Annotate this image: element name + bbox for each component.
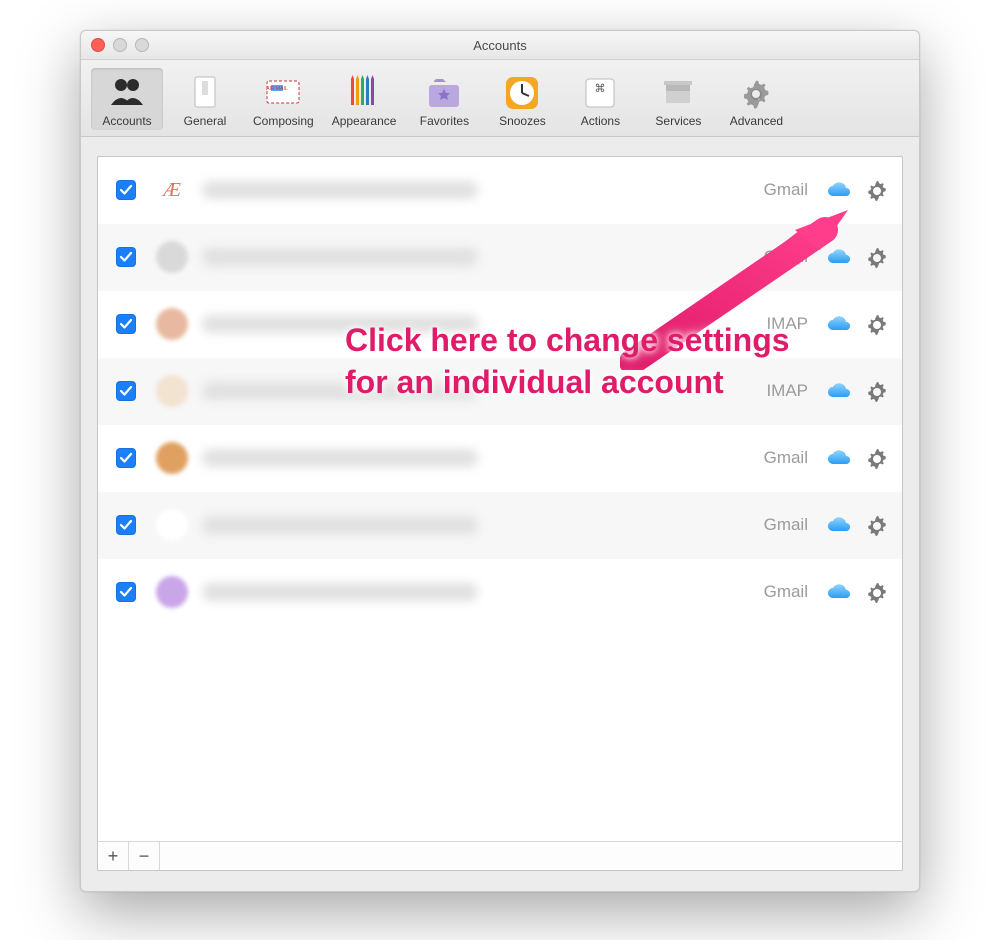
toolbar-tab-label: Favorites xyxy=(420,114,469,128)
account-email xyxy=(202,248,478,266)
toolbar-tab-favorites[interactable]: Favorites xyxy=(408,68,480,130)
preferences-toolbar: Accounts General Composing Appearance Fa… xyxy=(81,60,919,137)
toolbar-tab-snoozes[interactable]: Snoozes xyxy=(486,68,558,130)
account-settings-gear-icon[interactable] xyxy=(866,313,888,335)
account-settings-gear-icon[interactable] xyxy=(866,581,888,603)
cloud-icon[interactable] xyxy=(826,381,852,401)
appearance-icon xyxy=(344,72,384,112)
general-icon xyxy=(185,72,225,112)
account-settings-gear-icon[interactable] xyxy=(866,380,888,402)
account-row[interactable]: Æ Gmail xyxy=(98,157,902,224)
cloud-icon[interactable] xyxy=(826,448,852,468)
account-enabled-checkbox[interactable] xyxy=(116,180,136,200)
cloud-icon[interactable] xyxy=(826,314,852,334)
account-avatar xyxy=(156,375,188,407)
actions-icon xyxy=(580,72,620,112)
services-icon xyxy=(658,72,698,112)
account-avatar xyxy=(156,509,188,541)
toolbar-tab-appearance[interactable]: Appearance xyxy=(326,68,403,130)
advanced-icon xyxy=(736,72,776,112)
account-settings-gear-icon[interactable] xyxy=(866,447,888,469)
toolbar-tab-label: Accounts xyxy=(102,114,151,128)
account-settings-gear-icon[interactable] xyxy=(866,246,888,268)
account-avatar xyxy=(156,308,188,340)
account-row[interactable]: Gmail xyxy=(98,492,902,559)
account-row[interactable]: IMAP xyxy=(98,358,902,425)
account-avatar xyxy=(156,576,188,608)
account-type-label: Gmail xyxy=(753,515,808,535)
account-enabled-checkbox[interactable] xyxy=(116,582,136,602)
account-type-label: Gmail xyxy=(753,448,808,468)
add-account-button[interactable]: + xyxy=(98,842,129,870)
minimize-window-button[interactable] xyxy=(113,38,127,52)
account-row[interactable]: Gmail xyxy=(98,224,902,291)
account-type-label: Gmail xyxy=(753,180,808,200)
account-settings-gear-icon[interactable] xyxy=(866,514,888,536)
window-title: Accounts xyxy=(473,38,526,53)
snoozes-icon xyxy=(502,72,542,112)
toolbar-tab-label: Appearance xyxy=(332,114,397,128)
remove-account-button[interactable]: − xyxy=(129,842,160,870)
account-row[interactable]: IMAP xyxy=(98,291,902,358)
account-row[interactable]: Gmail xyxy=(98,559,902,626)
account-email xyxy=(202,449,478,467)
account-enabled-checkbox[interactable] xyxy=(116,381,136,401)
account-settings-gear-icon[interactable] xyxy=(866,179,888,201)
toolbar-tab-label: Advanced xyxy=(730,114,783,128)
toolbar-tab-advanced[interactable]: Advanced xyxy=(720,68,792,130)
account-type-label: Gmail xyxy=(753,247,808,267)
account-enabled-checkbox[interactable] xyxy=(116,247,136,267)
close-window-button[interactable] xyxy=(91,38,105,52)
toolbar-tab-label: General xyxy=(184,114,227,128)
account-avatar xyxy=(156,241,188,273)
accounts-panel: Æ Gmail Gmail IMAP IMAP xyxy=(97,156,903,871)
toolbar-tab-composing[interactable]: Composing xyxy=(247,68,320,130)
toolbar-tab-label: Services xyxy=(655,114,701,128)
account-type-label: Gmail xyxy=(753,582,808,602)
composing-icon xyxy=(263,72,303,112)
traffic-lights xyxy=(91,38,149,52)
titlebar: Accounts xyxy=(81,31,919,60)
toolbar-tab-label: Composing xyxy=(253,114,314,128)
toolbar-tab-label: Actions xyxy=(581,114,620,128)
account-type-label: IMAP xyxy=(753,314,808,334)
account-email xyxy=(202,516,478,534)
account-enabled-checkbox[interactable] xyxy=(116,515,136,535)
toolbar-tab-accounts[interactable]: Accounts xyxy=(91,68,163,130)
toolbar-tab-label: Snoozes xyxy=(499,114,546,128)
account-email xyxy=(202,181,478,199)
account-type-label: IMAP xyxy=(753,381,808,401)
favorites-icon xyxy=(424,72,464,112)
account-enabled-checkbox[interactable] xyxy=(116,448,136,468)
account-email xyxy=(202,315,478,333)
toolbar-tab-services[interactable]: Services xyxy=(642,68,714,130)
cloud-icon[interactable] xyxy=(826,247,852,267)
cloud-icon[interactable] xyxy=(826,180,852,200)
account-row[interactable]: Gmail xyxy=(98,425,902,492)
toolbar-tab-general[interactable]: General xyxy=(169,68,241,130)
toolbar-tab-actions[interactable]: Actions xyxy=(564,68,636,130)
account-avatar: Æ xyxy=(156,174,188,206)
preferences-window: Accounts Accounts General Composing Appe… xyxy=(80,30,920,892)
cloud-icon[interactable] xyxy=(826,515,852,535)
accounts-icon xyxy=(107,72,147,112)
account-email xyxy=(202,382,478,400)
account-email xyxy=(202,583,478,601)
zoom-window-button[interactable] xyxy=(135,38,149,52)
cloud-icon[interactable] xyxy=(826,582,852,602)
accounts-list: Æ Gmail Gmail IMAP IMAP xyxy=(98,157,902,841)
account-enabled-checkbox[interactable] xyxy=(116,314,136,334)
account-avatar xyxy=(156,442,188,474)
list-footer: + − xyxy=(98,841,902,870)
